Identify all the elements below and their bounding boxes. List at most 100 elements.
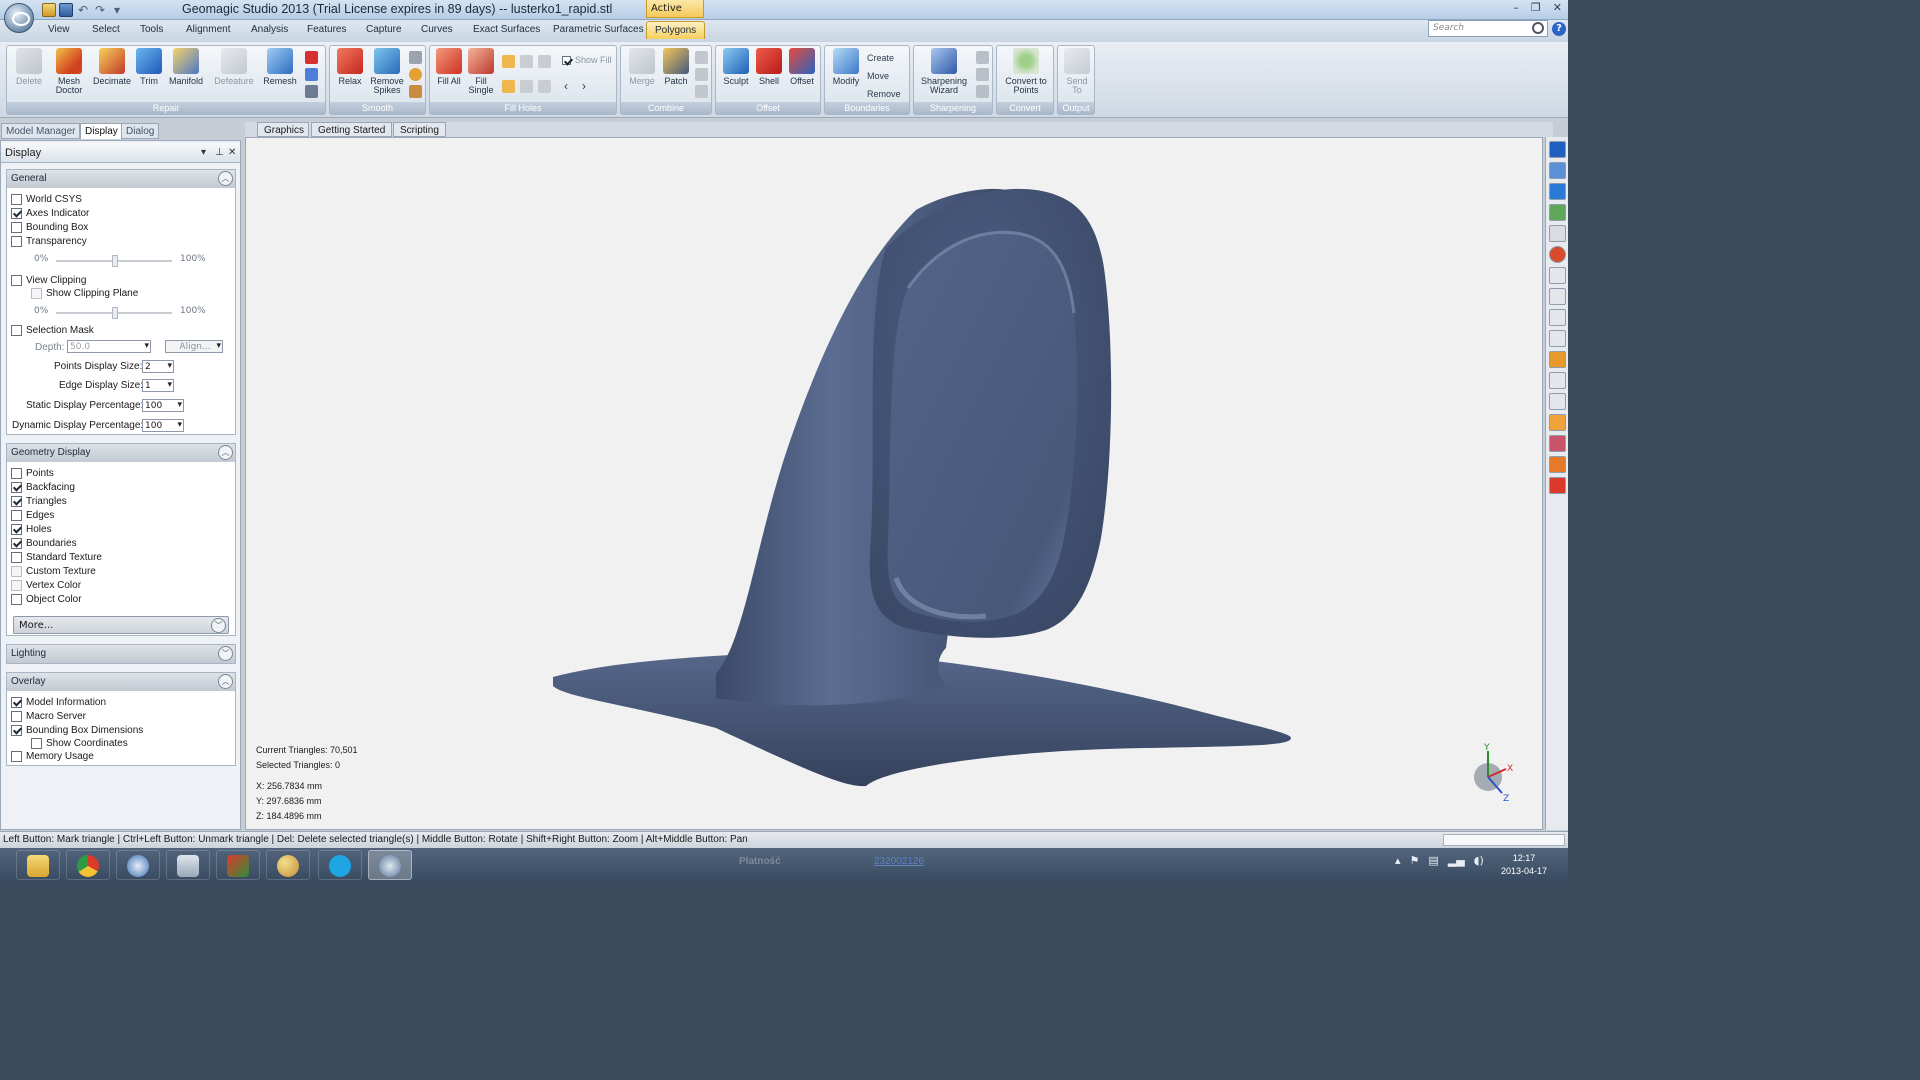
taskbar-skype[interactable] <box>318 850 362 880</box>
fill-single-button[interactable]: Fill Single <box>466 48 496 95</box>
view-toolbar-tool-5-icon[interactable] <box>1549 225 1566 242</box>
fill-method-flat-icon[interactable] <box>538 80 551 93</box>
relax-button[interactable]: Relax <box>334 48 366 86</box>
taskbar-toolbar-link[interactable]: 232002126 <box>874 856 924 867</box>
redo-icon[interactable]: ↷ <box>93 3 107 17</box>
bounding-box-checkbox[interactable]: Bounding Box <box>11 222 88 235</box>
view-toolbar-tool-2-icon[interactable] <box>1549 162 1566 179</box>
clipping-slider[interactable]: 0% 100% <box>34 306 214 320</box>
dynamic-percentage-select[interactable]: 100 <box>142 419 184 432</box>
shell-button[interactable]: Shell <box>754 48 784 86</box>
sharpening-small-tool-1-icon[interactable] <box>976 51 989 64</box>
tab-getting-started[interactable]: Getting Started <box>311 122 393 137</box>
model-mirror-mesh[interactable] <box>246 138 1543 830</box>
create-menu[interactable]: Create <box>867 53 894 63</box>
object-color-checkbox[interactable]: Object Color <box>11 594 82 607</box>
sharpening-small-tool-2-icon[interactable] <box>976 68 989 81</box>
section-general-header[interactable]: General ︿ <box>7 170 235 188</box>
tab-curves[interactable]: Curves <box>421 24 453 35</box>
minimize-icon[interactable]: – <box>1513 1 1519 14</box>
view-toolbar-tool-3-icon[interactable] <box>1549 183 1566 200</box>
view-toolbar-tool-7-icon[interactable] <box>1549 267 1566 284</box>
merge-button[interactable]: Merge <box>625 48 659 86</box>
show-hidden-icons-icon[interactable]: ▴ <box>1395 854 1401 867</box>
fill-type-bridge-icon[interactable] <box>538 55 551 68</box>
view-toolbar-tool-15-icon[interactable] <box>1549 435 1566 452</box>
view-toolbar-tool-1-icon[interactable] <box>1549 141 1566 158</box>
smooth-small-tool-1-icon[interactable] <box>409 51 422 64</box>
delete-button[interactable]: Delete <box>11 48 47 86</box>
taskbar-explorer[interactable] <box>16 850 60 880</box>
show-fill-checkbox[interactable]: Show Fill <box>562 55 612 66</box>
tab-parametric-surfaces[interactable]: Parametric Surfaces <box>553 24 644 35</box>
points-checkbox[interactable]: Points <box>11 468 54 481</box>
fill-method-curvature-icon[interactable] <box>502 80 515 93</box>
world-csys-checkbox[interactable]: World CSYS <box>11 194 82 207</box>
tab-scripting[interactable]: Scripting <box>393 122 446 137</box>
tab-dialog[interactable]: Dialog <box>121 123 160 139</box>
remesh-button[interactable]: Remesh <box>261 48 299 86</box>
view-toolbar-tool-16-icon[interactable] <box>1549 456 1566 473</box>
tab-analysis[interactable]: Analysis <box>251 24 288 35</box>
expand-icon[interactable]: ﹀ <box>218 646 233 661</box>
view-toolbar-tool-4-icon[interactable] <box>1549 204 1566 221</box>
tab-exact-surfaces[interactable]: Exact Surfaces <box>473 24 540 35</box>
selection-mask-checkbox[interactable]: Selection Mask <box>11 325 94 338</box>
collapse-icon[interactable]: ︿ <box>218 445 233 460</box>
view-toolbar-tool-10-icon[interactable] <box>1549 330 1566 347</box>
view-clipping-checkbox[interactable]: View Clipping <box>11 275 86 288</box>
undo-icon[interactable]: ↶ <box>76 3 90 17</box>
standard-texture-checkbox[interactable]: Standard Texture <box>11 552 102 565</box>
manifold-button[interactable]: Manifold <box>165 48 207 86</box>
clock[interactable]: 12:17 2013-04-17 <box>1500 852 1548 878</box>
signal-icon[interactable]: ▂▄ <box>1448 854 1465 867</box>
repair-small-tool-2-icon[interactable] <box>305 68 318 81</box>
view-toolbar-tool-9-icon[interactable] <box>1549 309 1566 326</box>
boundaries-checkbox[interactable]: Boundaries <box>11 538 77 551</box>
taskbar-calculator[interactable] <box>166 850 210 880</box>
smooth-small-tool-2-icon[interactable] <box>409 68 422 81</box>
help-icon[interactable]: ? <box>1552 22 1566 36</box>
combine-small-tool-3-icon[interactable] <box>695 85 708 98</box>
tab-features[interactable]: Features <box>307 24 346 35</box>
send-to-button[interactable]: Send To <box>1061 48 1093 95</box>
fill-type-edge-icon[interactable] <box>520 55 533 68</box>
collapse-icon[interactable]: ︿ <box>218 674 233 689</box>
repair-small-tool-1-icon[interactable] <box>305 51 318 64</box>
depth-spinner[interactable]: 50.0 <box>67 340 151 353</box>
smooth-small-tool-3-icon[interactable] <box>409 85 422 98</box>
pin-icon[interactable]: ⊥ <box>215 147 224 158</box>
sharpening-wizard-button[interactable]: Sharpening Wizard <box>918 48 970 95</box>
decimate-button[interactable]: Decimate <box>91 48 133 86</box>
panel-dropdown-icon[interactable]: ▾ <box>201 147 206 158</box>
points-size-select[interactable]: 2 <box>142 360 174 373</box>
macro-server-checkbox[interactable]: Macro Server <box>11 711 86 724</box>
mesh-doctor-button[interactable]: Mesh Doctor <box>49 48 89 95</box>
taskbar-3d-app[interactable] <box>216 850 260 880</box>
graphics-viewport[interactable]: Current Triangles: 70,501 Selected Trian… <box>245 137 1543 830</box>
section-overlay-header[interactable]: Overlay ︿ <box>7 673 235 691</box>
view-toolbar-tool-17-icon[interactable] <box>1549 477 1566 494</box>
sharpening-small-tool-3-icon[interactable] <box>976 85 989 98</box>
custom-texture-checkbox[interactable]: Custom Texture <box>11 566 96 579</box>
triangles-checkbox[interactable]: Triangles <box>11 496 67 509</box>
tab-polygons[interactable]: Polygons <box>646 21 706 39</box>
application-menu-button[interactable] <box>4 3 34 33</box>
close-icon[interactable]: ✕ <box>1553 1 1562 14</box>
trim-button[interactable]: Trim <box>135 48 163 86</box>
view-toolbar-tool-14-icon[interactable] <box>1549 414 1566 431</box>
tab-view[interactable]: View <box>48 24 70 35</box>
repair-small-tool-3-icon[interactable] <box>305 85 318 98</box>
backfacing-checkbox[interactable]: Backfacing <box>11 482 75 495</box>
slider-thumb[interactable] <box>112 255 118 267</box>
view-toolbar-tool-8-icon[interactable] <box>1549 288 1566 305</box>
edge-size-select[interactable]: 1 <box>142 379 174 392</box>
convert-to-points-button[interactable]: Convert to Points <box>1000 48 1052 95</box>
fill-type-complete-icon[interactable] <box>502 55 515 68</box>
taskbar-chrome[interactable] <box>66 850 110 880</box>
volume-icon[interactable]: ◖) <box>1474 854 1484 867</box>
taskbar-geomagic[interactable] <box>368 850 412 880</box>
remove-spikes-button[interactable]: Remove Spikes <box>368 48 406 95</box>
align-button[interactable]: Align... <box>165 340 223 353</box>
section-geometry-header[interactable]: Geometry Display ︿ <box>7 444 235 462</box>
